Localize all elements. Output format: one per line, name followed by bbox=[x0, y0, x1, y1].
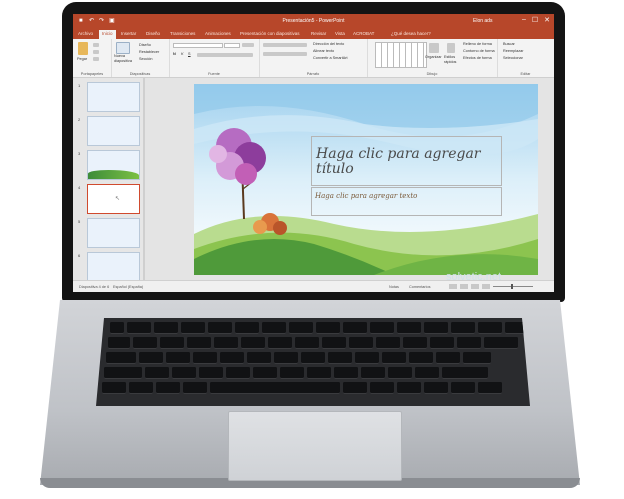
new-slide-button[interactable]: Nueva diapositiva bbox=[114, 54, 134, 63]
align-text-button[interactable]: Alinear texto bbox=[313, 49, 334, 53]
section-button[interactable]: Sección bbox=[139, 57, 153, 61]
cut-icon[interactable] bbox=[93, 43, 99, 47]
text-direction-button[interactable]: Dirección del texto bbox=[313, 42, 344, 46]
slide-thumbnail[interactable]: 3 bbox=[78, 150, 140, 180]
reset-button[interactable]: Restablecer bbox=[139, 50, 159, 54]
paste-icon[interactable] bbox=[78, 42, 88, 55]
group-font: N K S Fuente bbox=[169, 39, 260, 77]
laptop-screen: ■ ↶ ↷ ▣ Presentación5 - PowerPoint Elon … bbox=[73, 14, 554, 292]
group-drawing: Organizar Estilos rápidos Relleno de for… bbox=[367, 39, 498, 77]
underline-icon[interactable]: S bbox=[188, 52, 191, 56]
slideshow-icon[interactable] bbox=[482, 284, 490, 289]
group-label-paragraph: Párrafo bbox=[306, 72, 320, 76]
group-editing: Buscar Reemplazar Seleccionar Editar bbox=[497, 39, 554, 77]
shape-fill-button[interactable]: Relleno de forma bbox=[463, 42, 492, 46]
minimize-button[interactable]: – bbox=[522, 16, 526, 24]
bold-icon[interactable]: N bbox=[173, 52, 176, 56]
replace-button[interactable]: Reemplazar bbox=[503, 49, 523, 53]
arrange-button[interactable]: Organizar bbox=[425, 55, 442, 59]
title-placeholder[interactable]: Haga clic para agregar título bbox=[311, 136, 502, 186]
convert-smartart-button[interactable]: Convertir a SmartArt bbox=[313, 56, 348, 60]
shape-outline-button[interactable]: Contorno de forma bbox=[463, 49, 495, 53]
slide-canvas[interactable]: Haga clic para agregar título Haga clic … bbox=[194, 84, 538, 275]
tab-diseno[interactable]: Diseño bbox=[146, 31, 160, 36]
tab-vista[interactable]: Vista bbox=[335, 31, 345, 36]
paste-button[interactable]: Pegar bbox=[77, 57, 87, 61]
font-name-select[interactable] bbox=[173, 43, 223, 48]
tab-revisar[interactable]: Revisar bbox=[311, 31, 326, 36]
group-clipboard: Pegar Portapapeles bbox=[73, 39, 112, 77]
group-slides: Nueva diapositiva Diseño Restablecer Sec… bbox=[111, 39, 170, 77]
keyboard bbox=[96, 318, 530, 406]
zoom-slider[interactable] bbox=[493, 284, 533, 289]
maximize-button[interactable]: ☐ bbox=[532, 16, 538, 24]
tab-archivo[interactable]: Archivo bbox=[78, 31, 93, 36]
slide-thumbnail[interactable]: 2 bbox=[78, 116, 140, 146]
keyboard-row bbox=[104, 367, 488, 379]
ribbon-panel: Pegar Portapapeles Nueva diapositiva Dis… bbox=[73, 39, 554, 78]
slide-thumbnail-selected[interactable]: 4 ↖ bbox=[78, 184, 140, 214]
view-buttons bbox=[449, 284, 490, 289]
slide-thumbnail[interactable]: 6 bbox=[78, 252, 140, 282]
zoom-slider-thumb[interactable] bbox=[511, 284, 513, 289]
slide-thumbnail-pane: 1 2 3 4 ↖ 5 6 bbox=[73, 78, 145, 282]
new-slide-icon[interactable] bbox=[116, 42, 130, 54]
language-indicator[interactable]: Español (España) bbox=[113, 285, 143, 289]
align-buttons-row[interactable] bbox=[263, 52, 307, 56]
copy-icon[interactable] bbox=[93, 50, 99, 54]
format-painter-icon[interactable] bbox=[93, 57, 99, 61]
quick-styles-button[interactable]: Estilos rápidos bbox=[444, 55, 460, 64]
tab-insertar[interactable]: Insertar bbox=[121, 31, 136, 36]
keyboard-row bbox=[102, 382, 502, 394]
list-buttons-row[interactable] bbox=[263, 43, 307, 47]
trackpad[interactable] bbox=[228, 411, 402, 481]
shape-effects-button[interactable]: Efectos de forma bbox=[463, 56, 492, 60]
select-button[interactable]: Seleccionar bbox=[503, 56, 523, 60]
layout-button[interactable]: Diseño bbox=[139, 43, 151, 47]
group-label-slides: Diapositivas bbox=[129, 72, 151, 76]
keyboard-row bbox=[106, 352, 491, 364]
tab-animaciones[interactable]: Animaciones bbox=[205, 31, 231, 36]
reading-view-icon[interactable] bbox=[471, 284, 479, 289]
shapes-gallery[interactable] bbox=[375, 42, 427, 68]
italic-icon[interactable]: K bbox=[181, 52, 184, 56]
title-bar: ■ ↶ ↷ ▣ Presentación5 - PowerPoint Elon … bbox=[73, 14, 554, 29]
quick-styles-icon[interactable] bbox=[447, 43, 455, 53]
ribbon-tabs: Archivo Inicio Insertar Diseño Transicio… bbox=[73, 29, 554, 40]
font-size-select[interactable] bbox=[224, 43, 240, 48]
group-label-editing: Editar bbox=[520, 72, 531, 76]
cursor-icon: ↖ bbox=[115, 196, 121, 202]
keyboard-row bbox=[108, 337, 518, 349]
group-paragraph: Dirección del texto Alinear texto Conver… bbox=[259, 39, 368, 77]
notes-button[interactable]: Notas bbox=[389, 285, 399, 289]
comments-button[interactable]: Comentarios bbox=[409, 285, 431, 289]
tab-acrobat[interactable]: ACROBAT bbox=[353, 31, 374, 36]
title-placeholder-text: Haga clic para agregar título bbox=[316, 146, 481, 177]
keyboard-row bbox=[110, 322, 525, 334]
slide-count: Diapositiva 4 de 6 bbox=[79, 285, 110, 289]
subtitle-placeholder-text: Haga clic para agregar texto bbox=[315, 192, 418, 200]
group-label-drawing: Dibujo bbox=[426, 72, 438, 76]
slide-thumbnail[interactable]: 1 bbox=[78, 82, 140, 112]
close-button[interactable]: ✕ bbox=[544, 16, 550, 24]
window-controls: – ☐ ✕ bbox=[522, 16, 550, 24]
slide-sorter-icon[interactable] bbox=[460, 284, 468, 289]
tab-presentacion[interactable]: Presentación con diapositivas bbox=[240, 31, 300, 36]
find-button[interactable]: Buscar bbox=[503, 42, 515, 46]
thumbnail-hill bbox=[88, 170, 139, 179]
arrange-icon[interactable] bbox=[429, 43, 439, 53]
user-name[interactable]: Elon ads bbox=[473, 18, 492, 24]
font-effects-row[interactable] bbox=[197, 53, 253, 57]
font-grow-icon[interactable] bbox=[242, 43, 254, 47]
tab-transiciones[interactable]: Transiciones bbox=[170, 31, 195, 36]
tell-me-search[interactable]: ¿Qué desea hacer? bbox=[391, 31, 431, 36]
normal-view-icon[interactable] bbox=[449, 284, 457, 289]
status-bar: Diapositiva 4 de 6 Español (España) Nota… bbox=[73, 280, 554, 292]
subtitle-placeholder[interactable]: Haga clic para agregar texto bbox=[311, 187, 502, 216]
slide-thumbnail[interactable]: 5 bbox=[78, 218, 140, 248]
group-label-clipboard: Portapapeles bbox=[80, 72, 104, 76]
group-label-font: Fuente bbox=[208, 72, 220, 76]
